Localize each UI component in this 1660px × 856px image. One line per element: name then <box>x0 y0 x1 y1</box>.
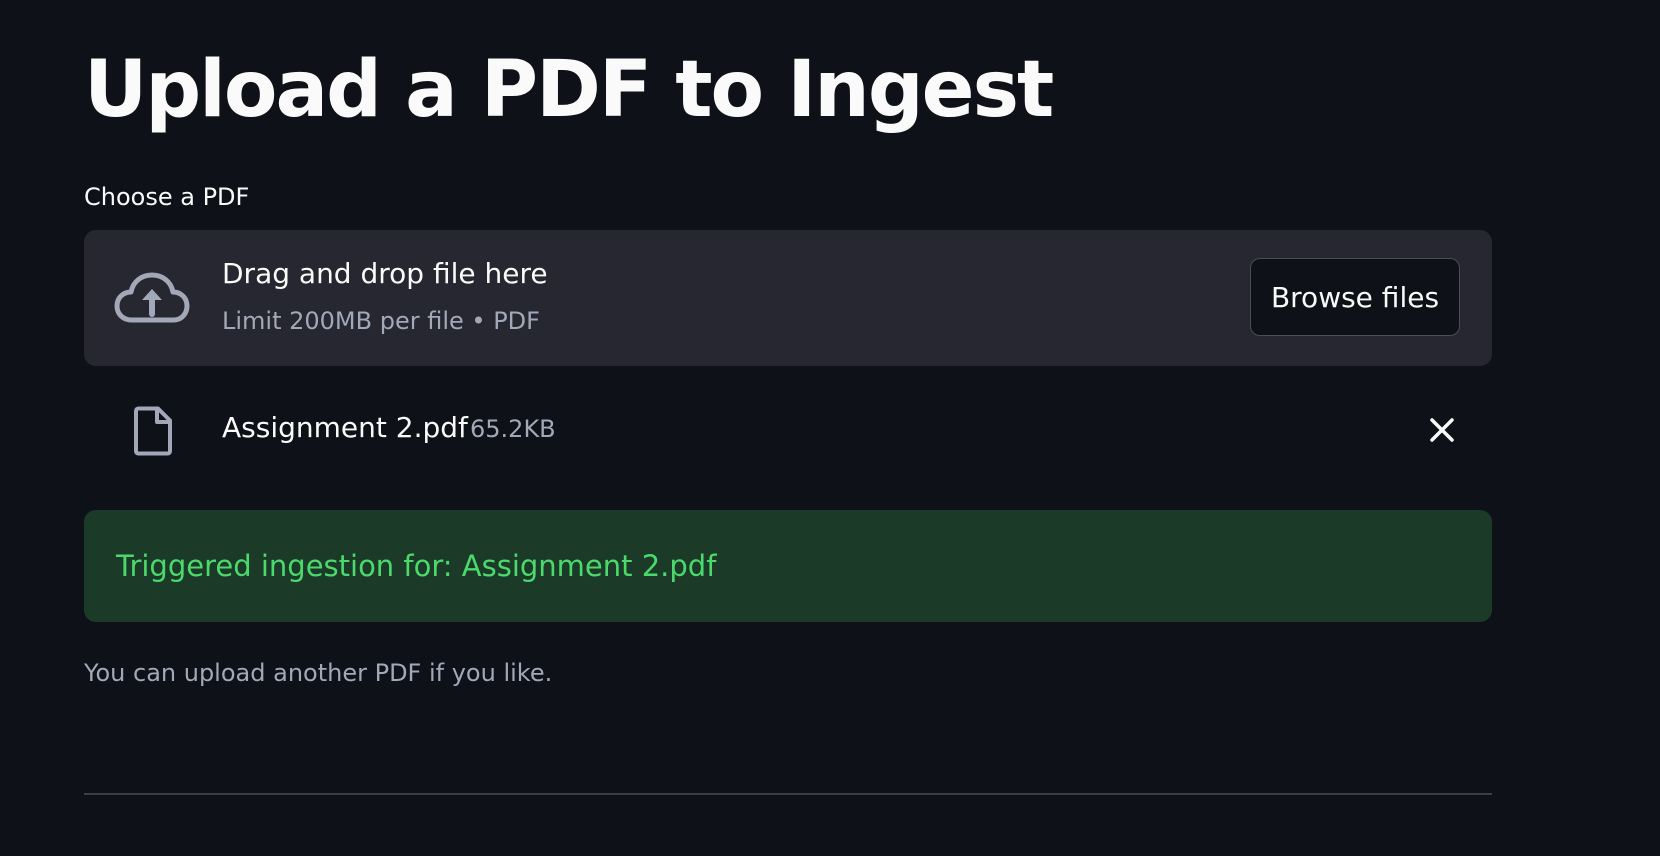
file-dropzone[interactable]: Drag and drop file here Limit 200MB per … <box>84 230 1492 366</box>
cloud-upload-icon <box>114 272 190 323</box>
close-icon <box>1430 418 1454 442</box>
success-alert: Triggered ingestion for: Assignment 2.pd… <box>84 510 1492 622</box>
uploaded-file-row: Assignment 2.pdf 65.2KB <box>84 390 1492 470</box>
file-uploader-label: Choose a PDF <box>84 183 250 211</box>
uploaded-file-name: Assignment 2.pdf <box>222 411 468 444</box>
success-alert-message: Triggered ingestion for: Assignment 2.pd… <box>116 549 717 583</box>
dropzone-limit-text: Limit 200MB per file • PDF <box>222 307 540 335</box>
main-content: Upload a PDF to Ingest Choose a PDF Drag… <box>0 0 1660 856</box>
dropzone-title: Drag and drop file here <box>222 257 548 290</box>
uploaded-file-size: 65.2KB <box>470 415 556 443</box>
browse-files-button[interactable]: Browse files <box>1250 258 1460 336</box>
info-caption: You can upload another PDF if you like. <box>84 659 553 687</box>
file-icon <box>134 406 172 456</box>
page-title: Upload a PDF to Ingest <box>84 45 1054 135</box>
remove-file-button[interactable] <box>1420 408 1464 452</box>
divider <box>84 793 1492 795</box>
